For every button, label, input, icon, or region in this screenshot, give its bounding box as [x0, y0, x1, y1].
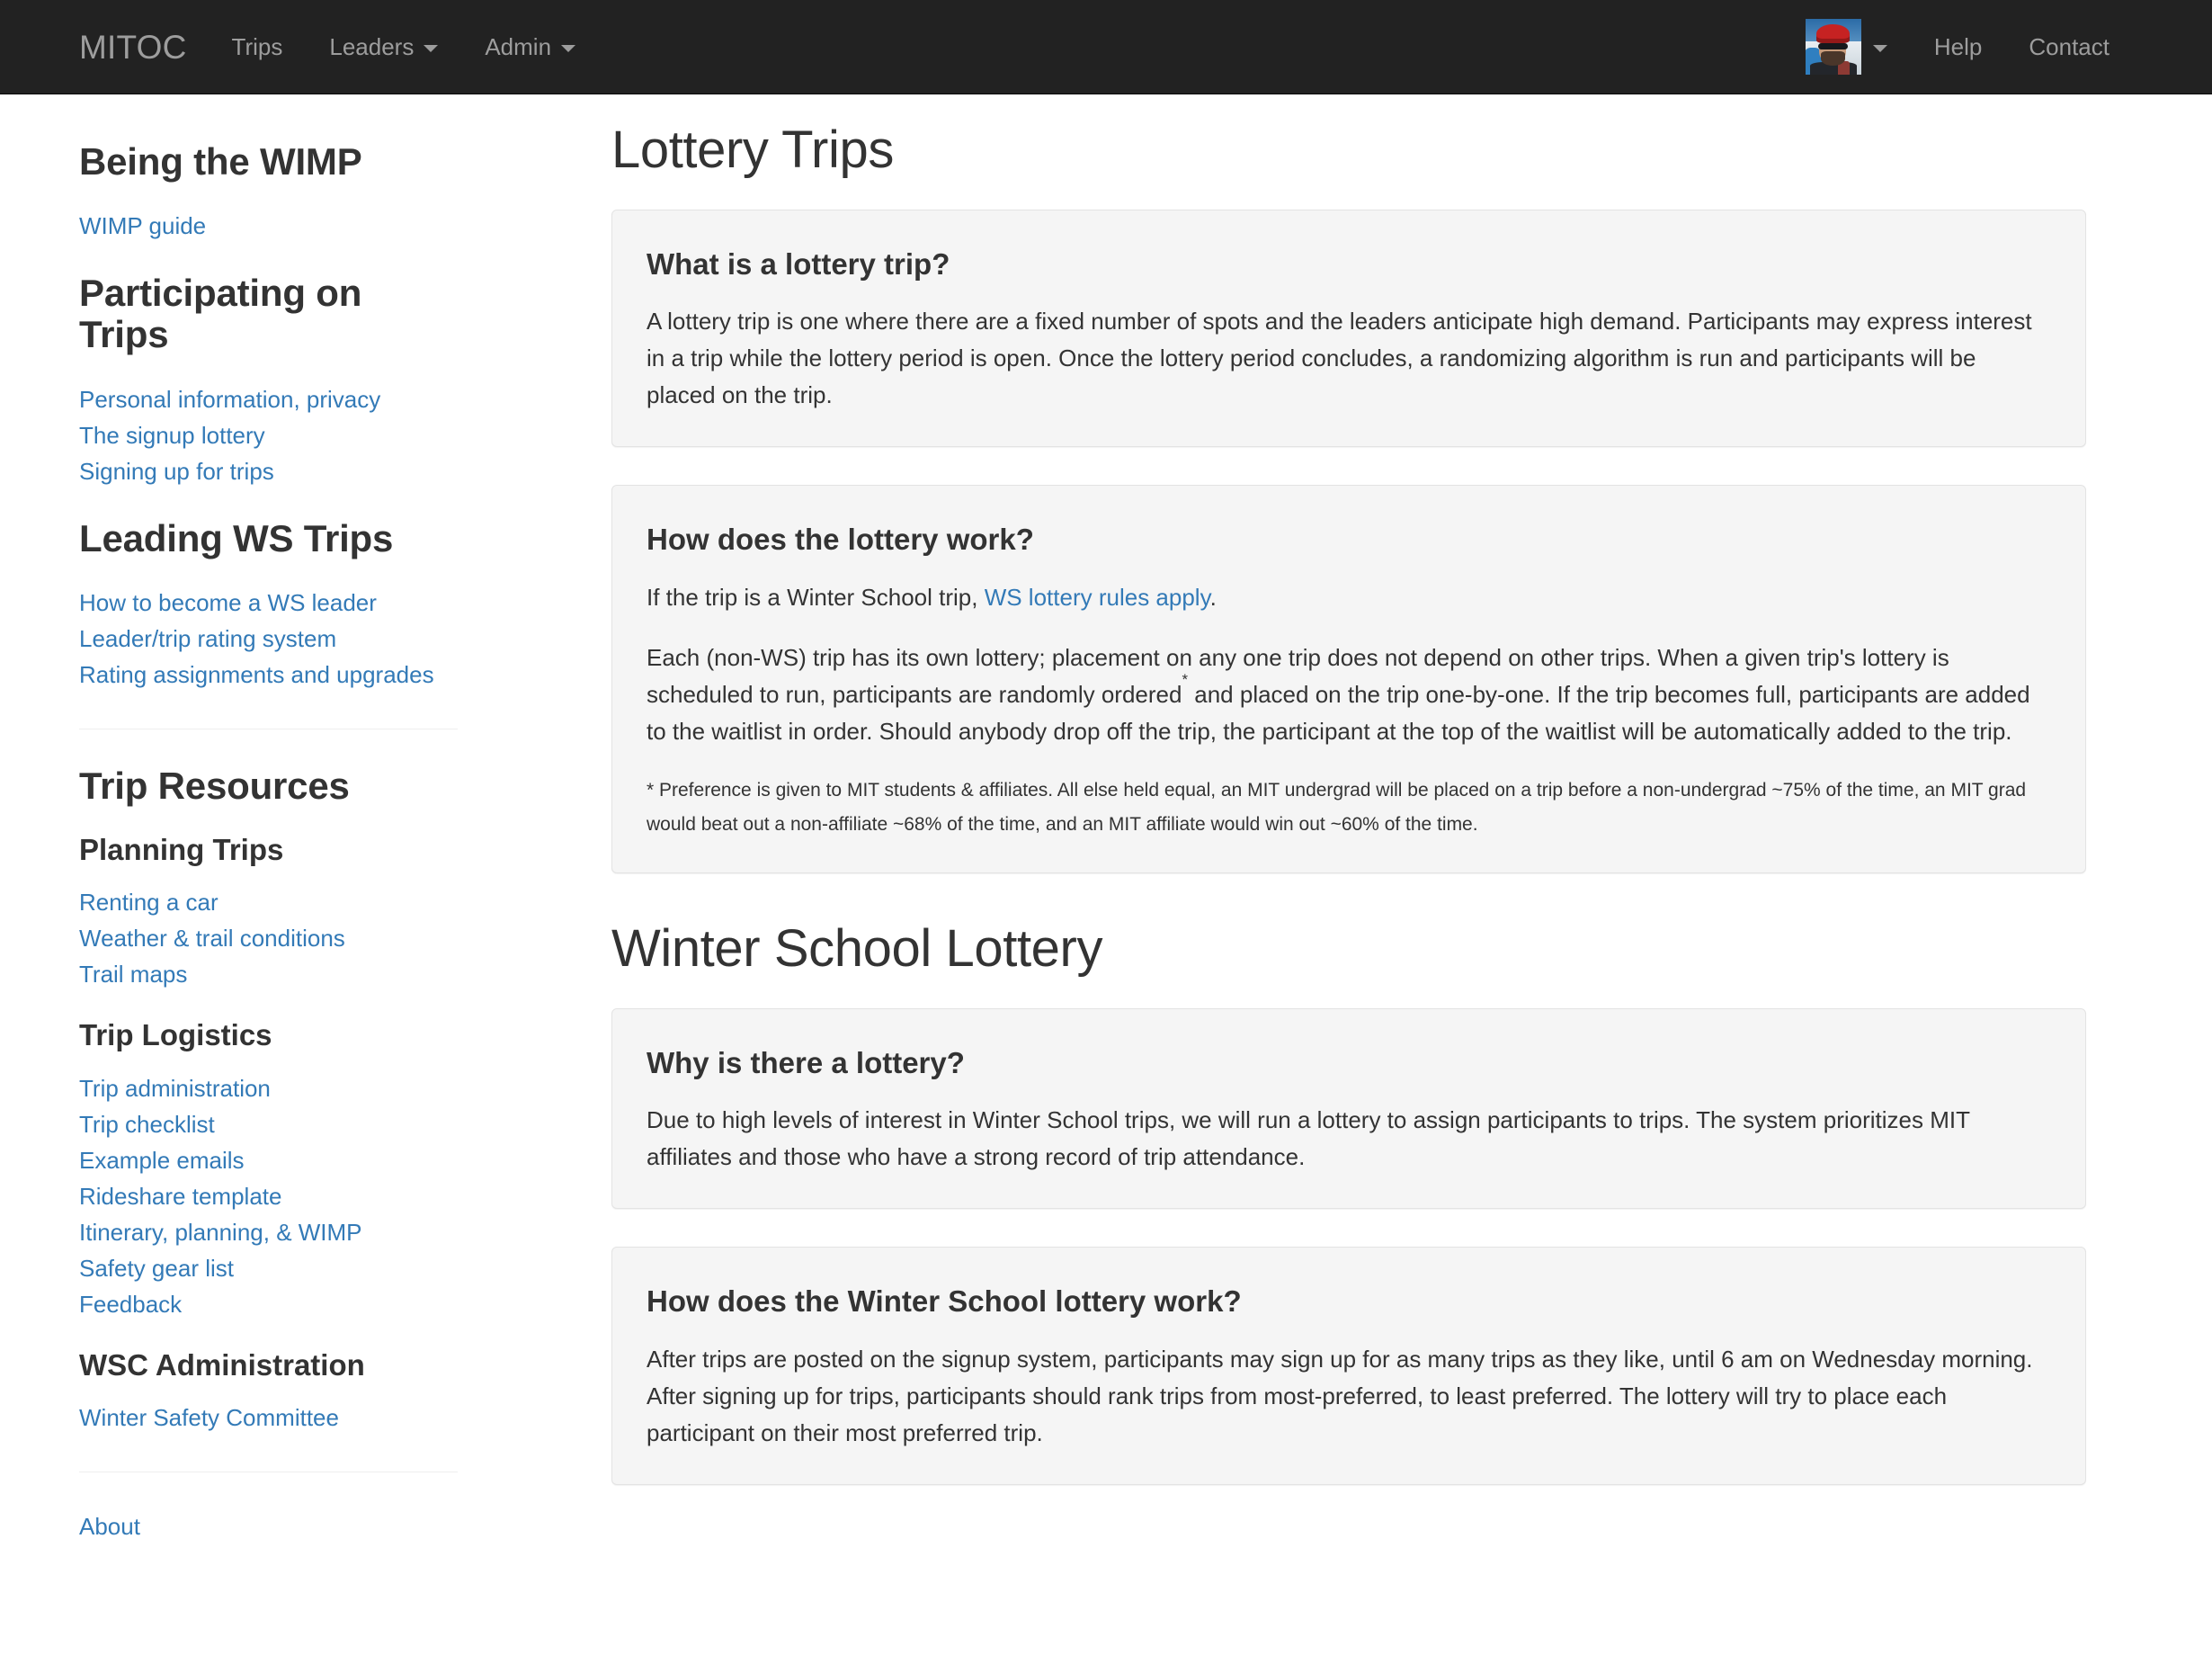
sidebar-item-trip-administration[interactable]: Trip administration [79, 1070, 458, 1106]
panel-heading-how-does-the-lottery-work: How does the lottery work? [647, 522, 2051, 558]
sidebar-item-the-signup-lottery[interactable]: The signup lottery [79, 417, 458, 453]
top-navbar: MITOC Trips Leaders Admin [0, 0, 2212, 94]
sidebar-heading-leading-ws-trips: Leading WS Trips [79, 518, 458, 559]
sidebar-item-winter-safety-committee[interactable]: Winter Safety Committee [79, 1400, 458, 1436]
panel-footnote-mit-preference: * Preference is given to MIT students & … [647, 774, 2051, 842]
sidebar-item-how-to-become-a-ws-leader[interactable]: How to become a WS leader [79, 585, 458, 621]
panel-heading-how-does-the-ws-lottery-work: How does the Winter School lottery work? [647, 1284, 2051, 1320]
sidebar-item-itinerary-planning-wimp[interactable]: Itinerary, planning, & WIMP [79, 1214, 458, 1250]
sidebar-subheading-wsc-administration: WSC Administration [79, 1349, 458, 1382]
nav-dropdown-admin-label: Admin [485, 35, 551, 58]
nav-link-help-label: Help [1934, 35, 1982, 58]
nav-link-help[interactable]: Help [1911, 35, 2005, 58]
sidebar-heading-participating-on-trips: Participating on Trips [79, 273, 458, 355]
nav-dropdown-leaders-label: Leaders [329, 35, 414, 58]
user-menu-dropdown[interactable] [1782, 19, 1911, 75]
sidebar-subheading-planning-trips: Planning Trips [79, 834, 458, 866]
sidebar-item-weather-trail-conditions[interactable]: Weather & trail conditions [79, 920, 458, 956]
nav-link-contact-label: Contact [2029, 35, 2109, 58]
sidebar: Being the WIMP WIMP guide Participating … [0, 94, 508, 1544]
nav-link-trips-label: Trips [232, 35, 283, 58]
ws-rules-intro-prefix: If the trip is a Winter School trip, [647, 584, 985, 611]
brand-logo-mitoc[interactable]: MITOC [79, 31, 209, 64]
link-ws-lottery-rules-apply[interactable]: WS lottery rules apply [985, 584, 1210, 611]
sidebar-item-rating-assignments-and-upgrades[interactable]: Rating assignments and upgrades [79, 657, 458, 693]
ws-rules-intro-suffix: . [1210, 584, 1217, 611]
sidebar-item-feedback[interactable]: Feedback [79, 1286, 458, 1322]
panel-text-lottery-mechanics: Each (non-WS) trip has its own lottery; … [647, 640, 2051, 750]
sidebar-group-planning-trips: Planning Trips Renting a car Weather & t… [79, 834, 458, 992]
sidebar-group-participating-on-trips: Participating on Trips Personal informat… [79, 273, 458, 488]
panel-how-does-the-ws-lottery-work: How does the Winter School lottery work?… [611, 1247, 2086, 1485]
sidebar-group-trip-logistics: Trip Logistics Trip administration Trip … [79, 1019, 458, 1321]
sidebar-item-wimp-guide[interactable]: WIMP guide [79, 208, 458, 244]
panel-heading-what-is-a-lottery-trip: What is a lottery trip? [647, 246, 2051, 282]
panel-why-is-there-a-lottery: Why is there a lottery? Due to high leve… [611, 1008, 2086, 1210]
page-container: Being the WIMP WIMP guide Participating … [0, 94, 2212, 1544]
navbar-left-group: MITOC Trips Leaders Admin [79, 31, 599, 64]
sidebar-item-personal-information-privacy[interactable]: Personal information, privacy [79, 381, 458, 417]
panel-text-what-is-a-lottery-trip: A lottery trip is one where there are a … [647, 303, 2051, 414]
sidebar-item-about[interactable]: About [79, 1508, 458, 1544]
sidebar-group-leading-ws-trips: Leading WS Trips How to become a WS lead… [79, 518, 458, 693]
sidebar-group-wsc-administration: WSC Administration Winter Safety Committ… [79, 1349, 458, 1436]
panel-heading-why-is-there-a-lottery: Why is there a lottery? [647, 1045, 2051, 1081]
avatar [1806, 19, 1861, 75]
chevron-down-icon [561, 45, 575, 52]
sidebar-item-renting-a-car[interactable]: Renting a car [79, 884, 458, 920]
sidebar-item-leader-trip-rating-system[interactable]: Leader/trip rating system [79, 621, 458, 657]
sidebar-item-rideshare-template[interactable]: Rideshare template [79, 1178, 458, 1214]
panel-text-why-is-there-a-lottery: Due to high levels of interest in Winter… [647, 1102, 2051, 1176]
chevron-down-icon [1873, 45, 1887, 52]
panel-text-how-does-the-ws-lottery-work: After trips are posted on the signup sys… [647, 1341, 2051, 1452]
nav-dropdown-admin[interactable]: Admin [461, 35, 599, 58]
chevron-down-icon [424, 45, 438, 52]
panel-what-is-a-lottery-trip: What is a lottery trip? A lottery trip i… [611, 210, 2086, 448]
sidebar-item-safety-gear-list[interactable]: Safety gear list [79, 1250, 458, 1286]
panel-how-does-the-lottery-work: How does the lottery work? If the trip i… [611, 485, 2086, 873]
sidebar-item-trail-maps[interactable]: Trail maps [79, 956, 458, 992]
sidebar-item-example-emails[interactable]: Example emails [79, 1142, 458, 1178]
section-title-winter-school-lottery: Winter School Lottery [611, 920, 2086, 978]
sidebar-heading-being-the-wimp: Being the WIMP [79, 141, 458, 183]
nav-link-trips[interactable]: Trips [209, 35, 307, 58]
sidebar-heading-trip-resources: Trip Resources [79, 765, 458, 807]
sidebar-item-signing-up-for-trips[interactable]: Signing up for trips [79, 453, 458, 489]
sidebar-group-being-the-wimp: Being the WIMP WIMP guide [79, 141, 458, 244]
page-title: Lottery Trips [611, 121, 2086, 179]
nav-dropdown-leaders[interactable]: Leaders [306, 35, 461, 58]
footnote-marker: * [1182, 671, 1188, 688]
navbar-right-group: Help Contact [1782, 19, 2133, 75]
nav-link-contact[interactable]: Contact [2005, 35, 2133, 58]
sidebar-item-trip-checklist[interactable]: Trip checklist [79, 1106, 458, 1142]
panel-text-ws-rules-intro: If the trip is a Winter School trip, WS … [647, 579, 2051, 616]
main-content: Lottery Trips What is a lottery trip? A … [508, 94, 2212, 1544]
sidebar-subheading-trip-logistics: Trip Logistics [79, 1019, 458, 1051]
